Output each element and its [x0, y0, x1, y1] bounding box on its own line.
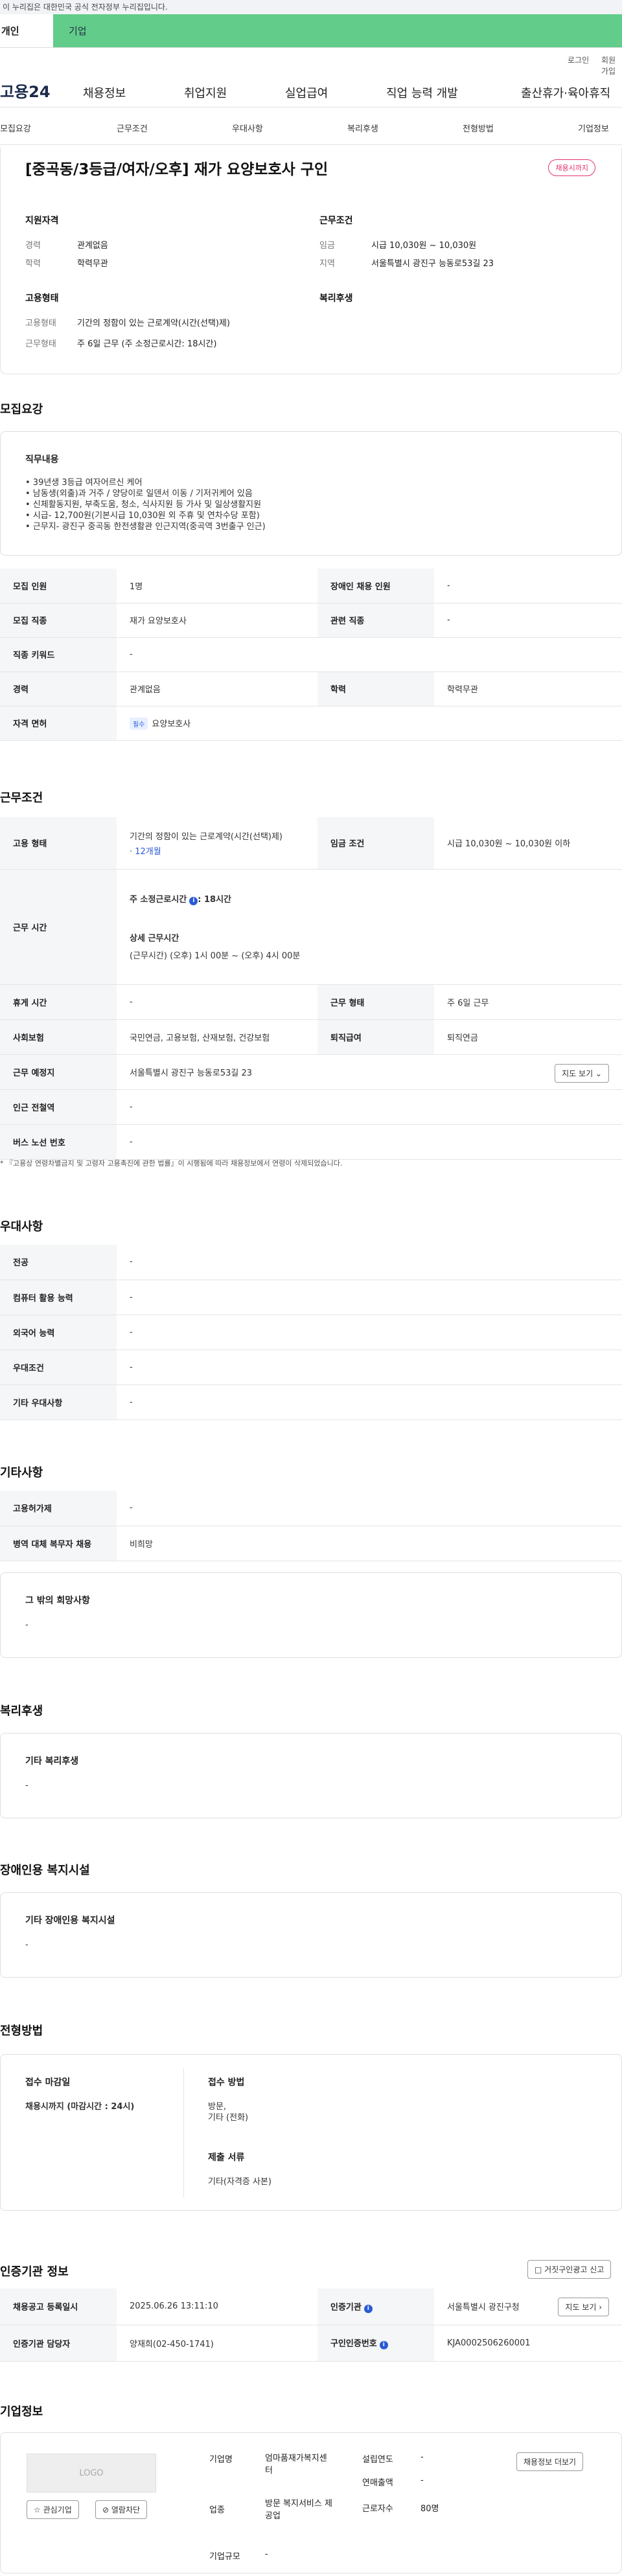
welfare-heading: 복리후생: [319, 293, 353, 304]
tab-corp[interactable]: 기업: [53, 14, 622, 47]
table-row: 모집 직종 재가 요양보호사 관련 직종 -: [0, 603, 622, 638]
welfare-box: 기타 복리후생 -: [0, 1733, 622, 1818]
company-name: 엄마품재가복지센터: [265, 2454, 327, 2476]
site-logo[interactable]: 고용24: [0, 79, 51, 102]
info-icon[interactable]: i: [189, 897, 198, 905]
age-note: * 『고용상 연령차별금지 및 고령자 고용촉진에 관한 법률』이 시행됨에 따…: [0, 1159, 343, 1168]
qual-heading: 지원자격: [25, 216, 59, 226]
table-row: 자격 면허 필수 요양보호사: [0, 706, 622, 741]
gnb-item-benefit[interactable]: 실업급여: [285, 84, 328, 101]
info-icon[interactable]: i: [363, 2304, 373, 2313]
gnb-item-support[interactable]: 취업지원: [184, 84, 227, 101]
table-row: 근무 시간 주 소정근로시간 i: 18시간 상세 근무시간 (근무시간) (오후) 1…: [0, 869, 622, 985]
year: -: [420, 2452, 424, 2462]
tab-person[interactable]: 개인: [0, 14, 53, 47]
sales: -: [420, 2476, 424, 2485]
table-row: 외국어 능력 -: [0, 1315, 622, 1350]
table-row: 휴게 시간 - 근무 형태 주 6일 근무: [0, 984, 622, 1020]
loc-row: 지역 서울특별시 광진구 능동로53길 23: [319, 259, 494, 269]
work-row: 근무형태 주 6일 근무 (주 소정근로시간: 18시간): [25, 339, 217, 349]
cert-table: 채용공고 등록일시 2025.06.26 13:11:10 인증기관 i 서울특별시 광…: [0, 2288, 622, 2362]
subnav-welfare[interactable]: 복리후생: [347, 122, 378, 134]
sales-label: 연매출액: [362, 2478, 393, 2488]
table-row: 모집 인원 1명 장애인 채용 인원 -: [0, 569, 622, 604]
job-desc-body: • 39년생 3등급 여자어르신 케어 • 남동생(외출)과 거주 / 양당이로…: [25, 478, 266, 532]
table-row: 컴퓨터 활용 능력 -: [0, 1280, 622, 1315]
year-label: 설립연도: [362, 2455, 393, 2465]
deadline-badge: 채용시까지: [548, 159, 595, 176]
exp-row: 경력 관계없음: [25, 241, 108, 251]
disab-title: 장애인용 복지시설: [0, 1864, 90, 1877]
table-row: 경력 관계없음 학력 학력무관: [0, 672, 622, 706]
emp-row: 고용형태 기간의 정함이 있는 근로계약(시간(선택)제): [25, 319, 231, 328]
fav-company-button[interactable]: ☆ 관심기업: [27, 2500, 79, 2519]
table-row: 병역 대체 복무자 채용 비희망: [0, 1526, 622, 1561]
deadline-text: 채용시까지 (마감시간 : 24시): [25, 2102, 135, 2112]
job-desc-box: 직무내용 • 39년생 3등급 여자어르신 케어 • 남동생(외출)과 거주 /…: [0, 431, 622, 556]
map-view-button[interactable]: 지도 보기 ⌄: [555, 1063, 609, 1083]
work-table: 고용 형태 기간의 정함이 있는 근로계약(시간(선택)제) · 12개월 임금 조건…: [0, 817, 622, 1160]
subnav-screen[interactable]: 전형방법: [463, 122, 494, 134]
wage-row: 임금 시급 10,030원 ~ 10,030원: [319, 241, 477, 251]
emp-heading: 고용형태: [25, 293, 59, 304]
info-icon[interactable]: i: [379, 2341, 388, 2349]
screen-box: 접수 마감일 채용시까지 (마감시간 : 24시) 접수 방법 방문, 기타 (…: [0, 2054, 622, 2211]
recruit-table: 모집 인원 1명 장애인 채용 인원 - 모집 직종 재가 요양보호사 관련 직종 - 직종…: [0, 569, 622, 741]
size-label: 기업규모: [209, 2552, 240, 2562]
size: -: [265, 2549, 268, 2559]
job-desc-heading: 직무내용: [25, 455, 59, 465]
edu-row: 학력 학력무관: [25, 259, 108, 269]
job-summary: [중곡동/3등급/여자/오후] 재가 요양보호사 구인 채용시까지 지원자격 경…: [0, 148, 622, 374]
company-title: 기업정보: [0, 2405, 43, 2419]
required-pill: 필수: [130, 717, 148, 730]
etc-title: 기타사항: [0, 1466, 43, 1480]
disab-box: 기타 장애인용 복지시설 -: [0, 1892, 622, 1978]
company-logo: LOGO: [27, 2454, 156, 2492]
subnav-recruit[interactable]: 모집요강: [0, 122, 31, 134]
etc-box: 그 밖의 희망사항 -: [0, 1572, 622, 1658]
industry: 방문 복지서비스 제공업: [265, 2499, 332, 2521]
report-false-ad-button[interactable]: □ 거짓구인광고 신고: [527, 2260, 612, 2279]
table-row: 사회보험 국민연금, 고용보험, 산재보험, 건강보험 퇴직급여 퇴직연금: [0, 1019, 622, 1055]
gnb-item-leave[interactable]: 출산휴가·육아휴직: [521, 84, 610, 101]
pref-title: 우대사항: [0, 1220, 43, 1234]
table-row: 채용공고 등록일시 2025.06.26 13:11:10 인증기관 i 서울특별시 광…: [0, 2288, 622, 2325]
gnb-item-jobs[interactable]: 채용정보: [83, 84, 126, 101]
block-company-button[interactable]: ⊘ 열람차단: [95, 2500, 148, 2519]
company-box: LOGO ☆ 관심기업 ⊘ 열람차단 기업명 엄마품재가복지센터 업종 방문 복…: [0, 2432, 622, 2573]
employees: 80명: [420, 2504, 439, 2514]
recruit-title: 모집요강: [0, 403, 43, 416]
table-row: 기타 우대사항 -: [0, 1384, 622, 1420]
cond-heading: 근무조건: [319, 216, 353, 226]
welfare-title: 복리후생: [0, 1704, 43, 1718]
login-link[interactable]: 로그인: [568, 54, 589, 65]
pref-table: 전공 - 컴퓨터 활용 능력 - 외국어 능력 - 우대조건 - 기타 우대사항 -: [0, 1245, 622, 1420]
work-title: 근무조건: [0, 791, 43, 805]
more-jobs-button[interactable]: 채용정보 더보기: [516, 2452, 584, 2471]
table-row: 근무 예정지 서울특별시 광진구 능동로53길 23 지도 보기 ⌄: [0, 1054, 622, 1090]
subnav-company[interactable]: 기업정보: [578, 122, 609, 134]
gov-notice: 이 누리집은 대한민국 공식 전자정부 누리집입니다.: [0, 0, 622, 14]
table-row: 직종 키워드 -: [0, 637, 622, 672]
cert-title: 인증기관 정보: [0, 2265, 69, 2279]
gnb-item-training[interactable]: 직업 능력 개발: [386, 84, 458, 101]
table-row: 전공 -: [0, 1245, 622, 1280]
table-row: 버스 노선 번호 -: [0, 1124, 622, 1160]
industry-label: 업종: [209, 2505, 225, 2515]
etc-table: 고용허가제 - 병역 대체 복무자 채용 비희망: [0, 1491, 622, 1561]
table-row: 인증기관 담당자 양재희(02-450-1741) 구인인증번호 i KJA000250…: [0, 2325, 622, 2362]
employees-label: 근로자수: [362, 2504, 393, 2514]
table-row: 우대조건 -: [0, 1350, 622, 1385]
company-name-label: 기업명: [209, 2455, 233, 2465]
job-title: [중곡동/3등급/여자/오후] 재가 요양보호사 구인: [25, 161, 328, 178]
table-row: 인근 전철역 -: [0, 1089, 622, 1125]
table-row: 고용허가제 -: [0, 1491, 622, 1526]
screen-title: 전형방법: [0, 2024, 43, 2038]
subnav-work[interactable]: 근무조건: [117, 122, 148, 134]
table-row: 고용 형태 기간의 정함이 있는 근로계약(시간(선택)제) · 12개월 임금 조건…: [0, 817, 622, 870]
subnav-pref[interactable]: 우대사항: [232, 122, 263, 134]
cert-map-button[interactable]: 지도 보기 ›: [558, 2298, 609, 2316]
